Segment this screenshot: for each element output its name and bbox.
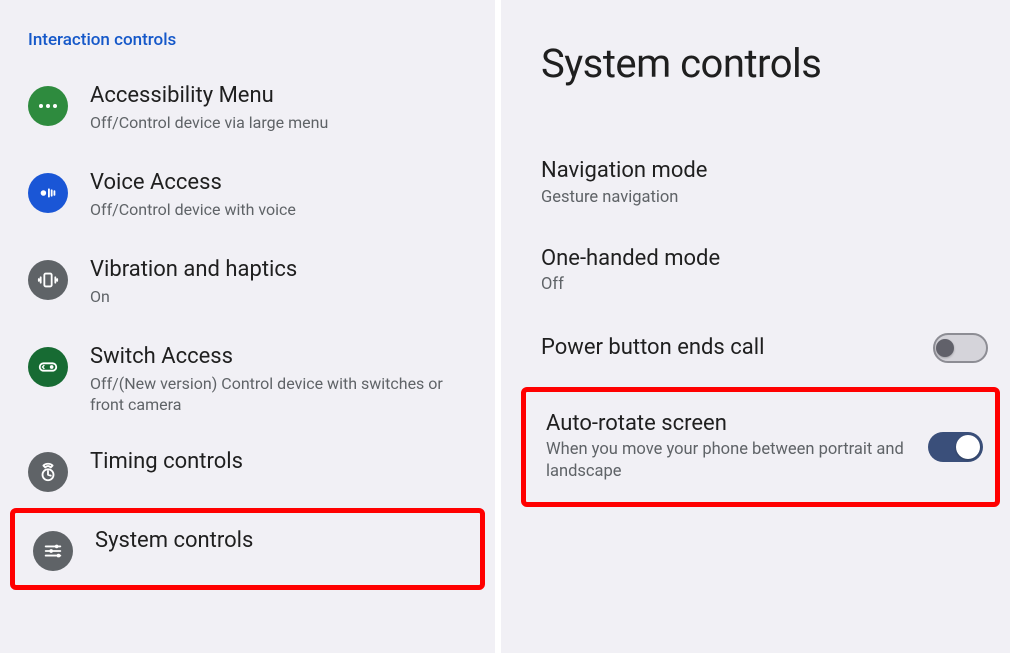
item-timing-controls[interactable]: Timing controls [0, 434, 495, 506]
highlight-auto-rotate: Auto-rotate screen When you move your ph… [521, 387, 1000, 507]
item-subtitle: Off/Control device via large menu [90, 112, 477, 134]
item-system-controls[interactable]: System controls [15, 513, 478, 585]
item-title: System controls [95, 527, 460, 555]
item-title: Timing controls [90, 448, 477, 476]
switch-access-icon [28, 347, 68, 387]
accessibility-menu-icon [28, 86, 68, 126]
item-title: Vibration and haptics [90, 256, 477, 284]
item-one-handed-mode[interactable]: One-handed mode Off [501, 227, 1010, 315]
item-title: Voice Access [90, 169, 477, 197]
item-subtitle: On [90, 286, 477, 308]
item-accessibility-menu[interactable]: Accessibility Menu Off/Control device vi… [0, 64, 495, 151]
item-subtitle: Off/Control device with voice [90, 199, 477, 221]
item-vibration-haptics[interactable]: Vibration and haptics On [0, 238, 495, 325]
item-subtitle: When you move your phone between portrai… [546, 439, 910, 484]
voice-access-icon [28, 173, 68, 213]
accessibility-settings-panel: Interaction controls Accessibility Menu … [0, 0, 495, 653]
page-title: System controls [501, 40, 1010, 87]
item-auto-rotate-screen[interactable]: Auto-rotate screen When you move your ph… [526, 392, 995, 502]
item-subtitle: Off [541, 274, 970, 296]
vibration-icon [28, 260, 68, 300]
toggle-auto-rotate-screen[interactable] [928, 432, 983, 462]
item-switch-access[interactable]: Switch Access Off/(New version) Control … [0, 325, 495, 434]
section-header-interaction-controls: Interaction controls [0, 30, 495, 64]
item-power-button-ends-call[interactable]: Power button ends call [501, 315, 1010, 381]
item-subtitle: Off/(New version) Control device with sw… [90, 373, 477, 416]
item-title: Power button ends call [541, 334, 915, 362]
item-voice-access[interactable]: Voice Access Off/Control device with voi… [0, 151, 495, 238]
item-title: Navigation mode [541, 157, 970, 185]
item-navigation-mode[interactable]: Navigation mode Gesture navigation [501, 139, 1010, 227]
item-title: Accessibility Menu [90, 82, 477, 110]
timing-controls-icon [28, 452, 68, 492]
item-title: Auto-rotate screen [546, 410, 910, 438]
item-title: Switch Access [90, 343, 477, 371]
highlight-system-controls: System controls [10, 508, 485, 590]
system-controls-panel: System controls Navigation mode Gesture … [501, 0, 1010, 653]
item-subtitle: Gesture navigation [541, 187, 970, 209]
toggle-power-button-ends-call[interactable] [933, 333, 988, 363]
system-controls-icon [33, 531, 73, 571]
item-title: One-handed mode [541, 245, 970, 273]
